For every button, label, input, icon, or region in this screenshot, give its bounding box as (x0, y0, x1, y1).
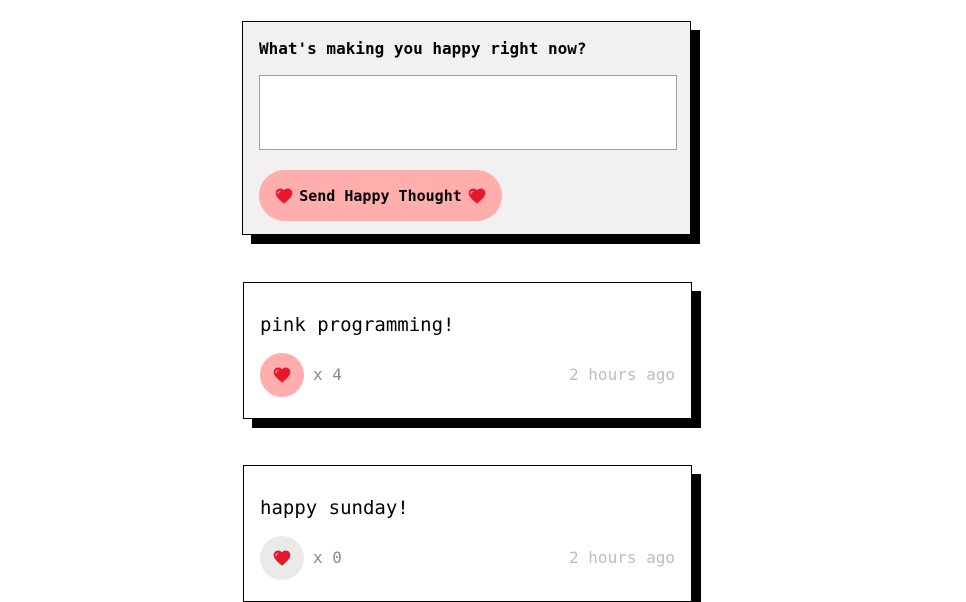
like-count: x 4 (313, 365, 342, 384)
like-count: x 0 (313, 548, 342, 567)
like-button[interactable] (260, 353, 304, 397)
heart-icon (272, 365, 292, 385)
thought-timestamp: 2 hours ago (569, 365, 675, 384)
heart-icon (467, 186, 487, 206)
heart-icon (272, 548, 292, 568)
thought-message: pink programming! (260, 314, 455, 336)
thought-card: happy sunday! x 0 2 hours ago (243, 465, 692, 602)
thought-input[interactable] (259, 75, 677, 150)
thought-card: pink programming! x 4 2 hours ago (243, 282, 692, 419)
thought-message: happy sunday! (260, 497, 409, 519)
thought-timestamp: 2 hours ago (569, 548, 675, 567)
happy-thought-form: What's making you happy right now? Send … (242, 21, 691, 235)
like-button[interactable] (260, 536, 304, 580)
heart-icon (274, 186, 294, 206)
send-happy-thought-button[interactable]: Send Happy Thought (259, 170, 502, 221)
form-title: What's making you happy right now? (259, 39, 587, 58)
send-button-label: Send Happy Thought (299, 186, 462, 205)
